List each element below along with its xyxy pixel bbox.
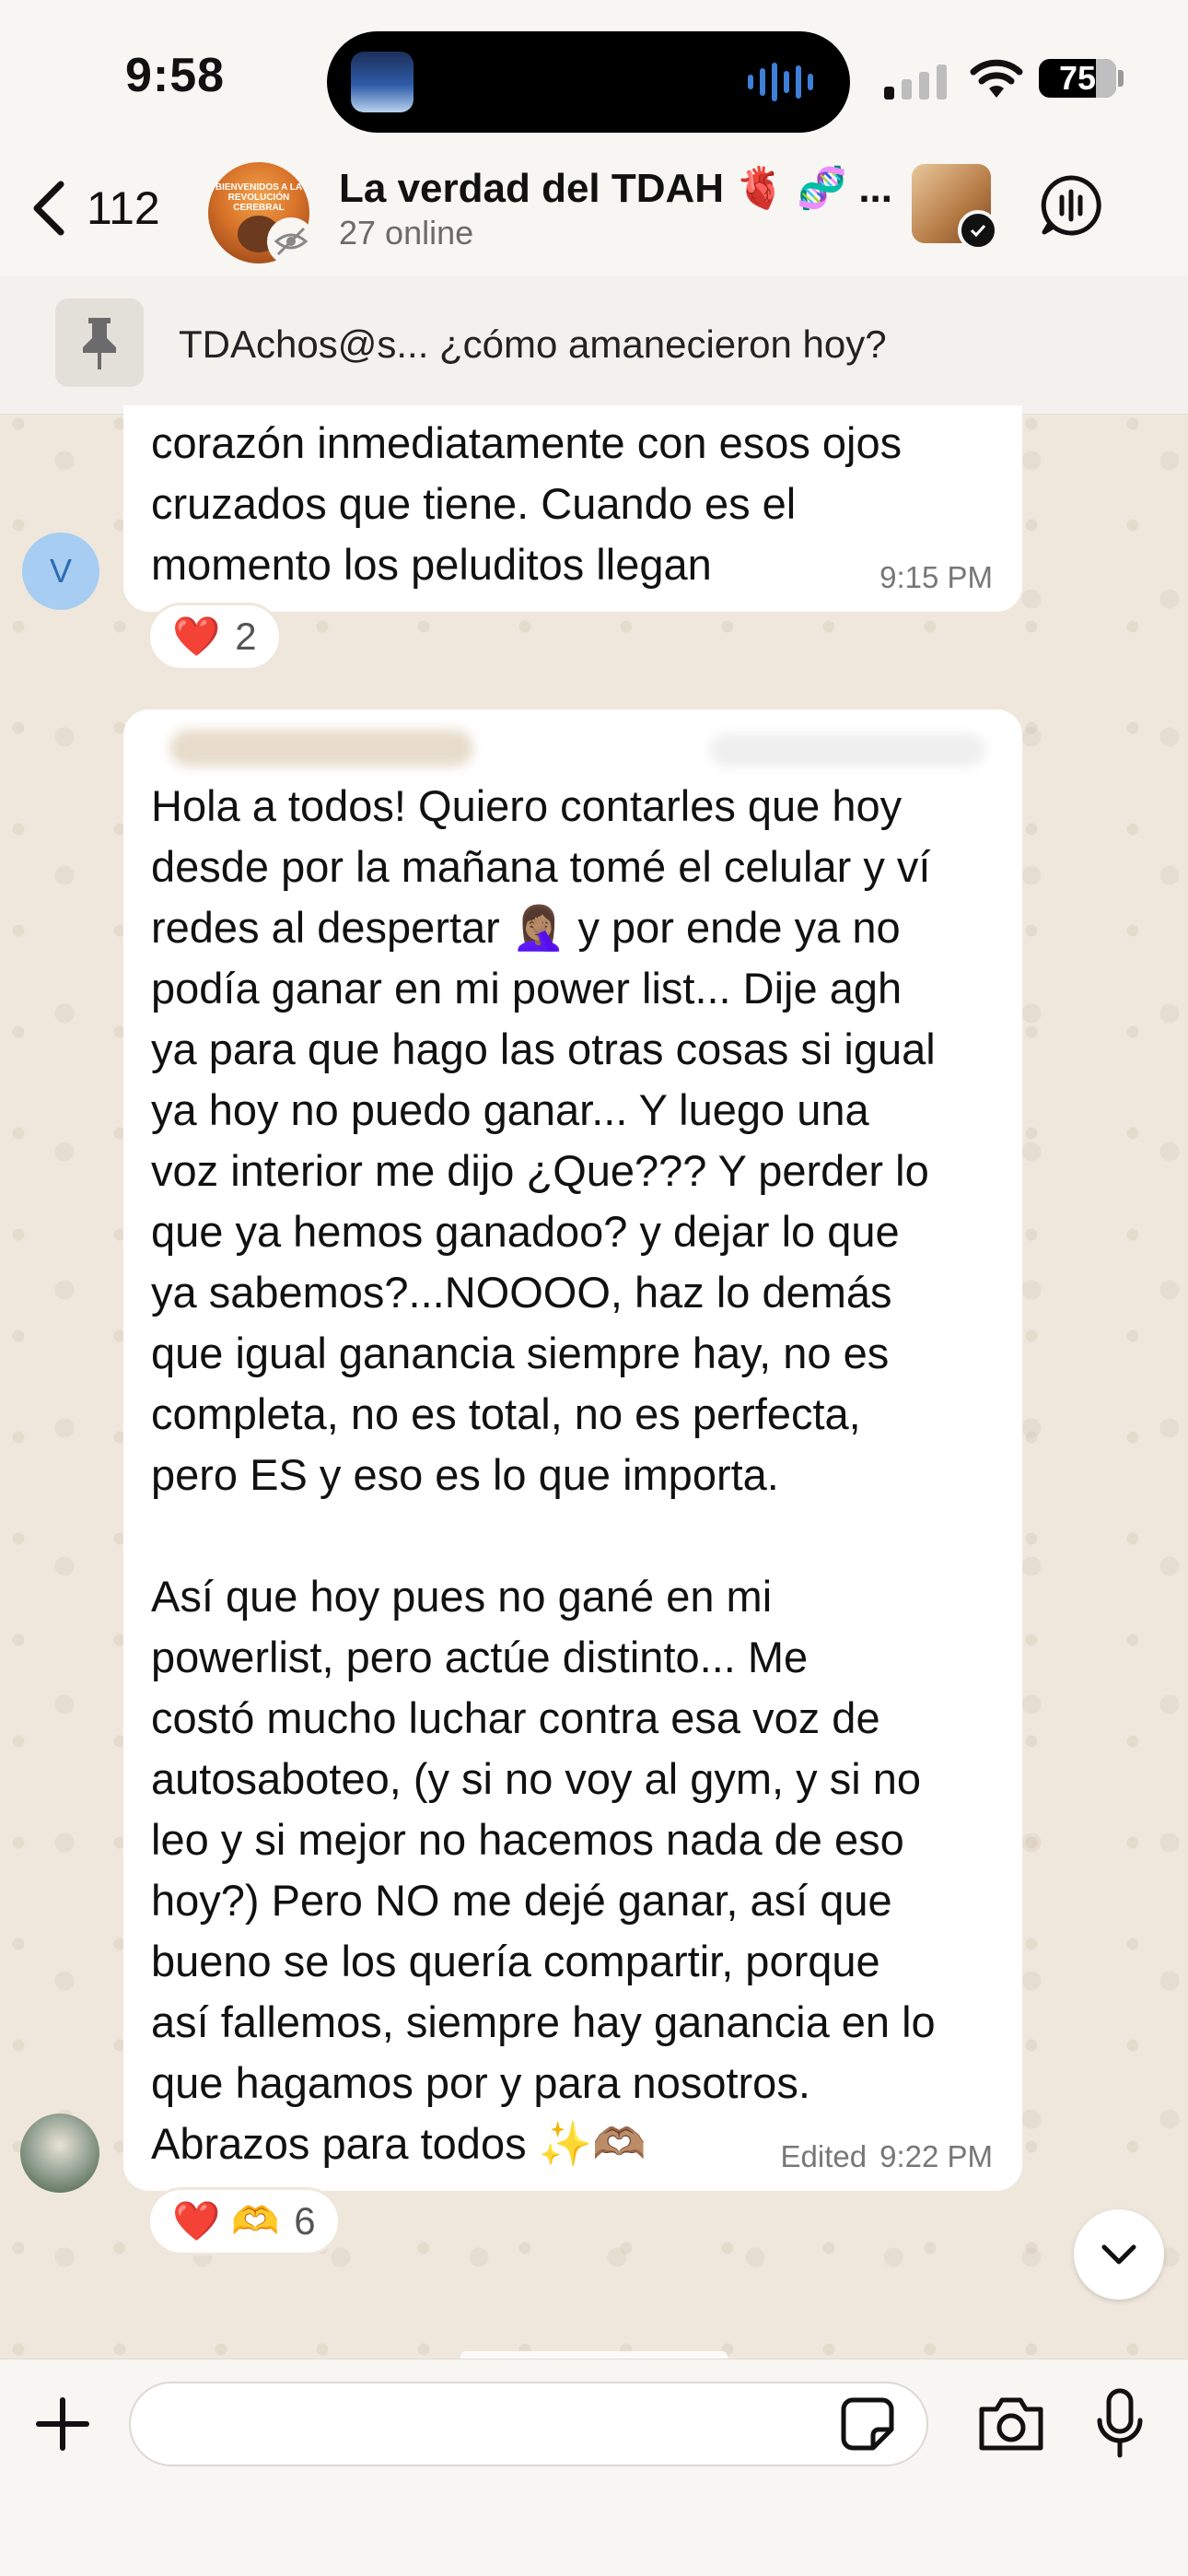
message-bubble[interactable]: corazón inmediatamente con esos ojos cru…: [123, 405, 1022, 612]
composer-bar: [0, 2359, 1188, 2576]
message-text: corazón inmediatamente con esos ojos cru…: [151, 418, 903, 589]
online-count: 27 online: [339, 214, 474, 252]
reaction-count: 2: [235, 615, 257, 658]
check-icon: [958, 210, 998, 251]
chat-header: 112 BIENVENIDOS A LA REVOLUCIÓN CEREBRAL…: [0, 138, 1188, 276]
group-name[interactable]: La verdad del TDAH 🫀 🧬 ...: [339, 164, 892, 212]
unread-count: 112: [87, 182, 160, 234]
microphone-icon[interactable]: [1094, 2387, 1146, 2461]
chevron-left-icon: [33, 181, 64, 236]
cellular-signal-icon: [884, 64, 947, 100]
heart-hands-reaction-icon: ❤️ 🫶: [172, 2198, 280, 2242]
camera-icon[interactable]: [976, 2395, 1046, 2453]
chevron-down-icon: [1101, 2244, 1136, 2265]
status-time: 9:58: [125, 49, 226, 102]
message-reactions[interactable]: ❤️ 🫶 6: [147, 2187, 341, 2255]
blurred-sender-phone: [709, 733, 985, 767]
wifi-icon: [970, 59, 1023, 98]
message-bubble[interactable]: Hola a todos! Quiero contarles que hoy d…: [123, 709, 1022, 2191]
sticker-icon[interactable]: [840, 2396, 895, 2452]
eye-off-icon: [267, 217, 315, 265]
plus-icon[interactable]: [33, 2395, 92, 2453]
avatar-caption: BIENVENIDOS A LA REVOLUCIÓN CEREBRAL: [215, 182, 303, 213]
status-bar: 9:58 75: [0, 0, 1188, 138]
audio-wave-icon: [748, 63, 813, 101]
battery-cap: [1118, 70, 1124, 87]
heart-reaction-icon: ❤️: [172, 614, 221, 658]
message-text: Hola a todos! Quiero contarles que hoy d…: [151, 781, 936, 2168]
battery-level: 75: [1058, 59, 1097, 97]
message-reactions[interactable]: ❤️ 2: [147, 603, 282, 671]
edited-label: Edited: [780, 2139, 868, 2173]
pinned-message-bar[interactable]: TDAchos@s... ¿cómo amanecieron hoy?: [0, 276, 1188, 415]
reaction-count: 6: [294, 2199, 316, 2242]
pinned-message-text: TDAchos@s... ¿cómo amanecieron hoy?: [179, 322, 887, 366]
message-meta: Edited 9:22 PM: [781, 2139, 993, 2174]
dynamic-island[interactable]: [327, 31, 850, 133]
sender-avatar[interactable]: V: [22, 533, 99, 610]
scroll-to-bottom-button[interactable]: [1074, 2209, 1164, 2300]
back-button[interactable]: 112: [28, 179, 160, 238]
message-time: 9:22 PM: [879, 2139, 993, 2173]
message-time: 9:15 PM: [879, 560, 993, 594]
battery-indicator: 75: [1039, 59, 1116, 98]
sender-avatar[interactable]: [20, 2113, 99, 2193]
message-input[interactable]: [129, 2382, 928, 2466]
meta-ai-icon[interactable]: [1039, 173, 1103, 238]
pin-icon: [55, 299, 144, 387]
now-playing-thumbnail: [351, 52, 413, 112]
blurred-sender-name: [169, 730, 473, 767]
